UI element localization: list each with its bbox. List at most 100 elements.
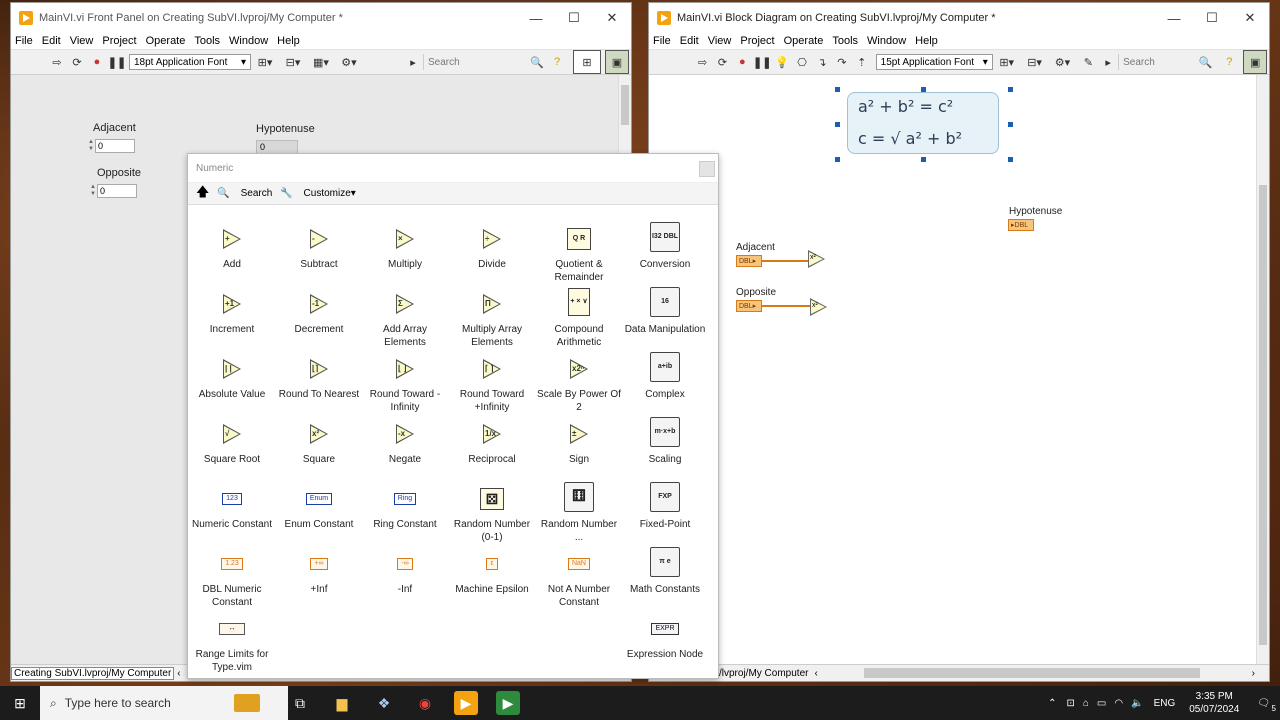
menu-tools[interactable]: Tools [832,35,865,47]
close-icon[interactable]: ✕ [593,3,631,33]
horizontal-scrollbar-thumb[interactable] [863,668,1200,678]
clock[interactable]: 3:35 PM 05/07/2024 [1189,690,1239,716]
connector-pane-icon[interactable]: ⊞ [573,50,601,74]
palette-item-round-to-nearest[interactable]: ⌊⌉ Round To Nearest [276,356,362,402]
close-icon[interactable]: ✕ [1231,3,1269,33]
menu-edit[interactable]: Edit [680,35,706,47]
palette-item-pos-inf[interactable]: +∞ +Inf [276,551,362,597]
selection-handle[interactable] [1008,157,1013,162]
tray-app-icon[interactable]: ⊡ [1066,698,1074,709]
menu-window[interactable]: Window [867,35,913,47]
labview-project-taskbar-icon[interactable]: ▶ [496,691,520,715]
selection-handle[interactable] [835,87,840,92]
menu-help[interactable]: Help [277,35,307,47]
reorder-icon[interactable]: ⚙▾ [341,54,357,70]
menu-view[interactable]: View [708,35,739,47]
menu-operate[interactable]: Operate [784,35,831,47]
adjacent-terminal[interactable]: DBL ▸ [736,255,762,267]
step-into-icon[interactable]: ↴ [814,54,830,70]
step-over-icon[interactable]: ↷ [834,54,850,70]
palette-item-enum-constant[interactable]: Enum Enum Constant [276,486,362,532]
retain-wire-values-icon[interactable]: ⎔ [794,54,810,70]
opposite-wire[interactable] [762,305,810,307]
wifi-icon[interactable]: ◠ [1114,698,1123,709]
file-explorer-icon[interactable]: ▆ [330,691,354,715]
minimize-icon[interactable]: — [1155,3,1193,33]
palette-item-neg-inf[interactable]: -∞ -Inf [362,551,448,597]
palette-item-numeric-constant[interactable]: 123 Numeric Constant [189,486,275,532]
task-view-icon[interactable]: ⧉ [288,691,312,715]
toolbar-overflow-icon[interactable]: ▸ [405,54,421,70]
palette-item-conversion[interactable]: I32 DBL Conversion [622,222,708,272]
hypotenuse-terminal[interactable]: ▸ DBL [1008,219,1034,231]
battery-icon[interactable]: ▭ [1097,698,1106,709]
volume-icon[interactable]: 🔈 [1131,698,1143,709]
scroll-right-icon[interactable]: › [1252,668,1255,679]
menu-window[interactable]: Window [229,35,275,47]
pause-icon[interactable]: ❚❚ [753,54,771,70]
palette-item-compound-arithmetic[interactable]: + × ∨ Compound Arithmetic [536,287,622,349]
selection-handle[interactable] [1008,122,1013,127]
scroll-left-icon[interactable]: ‹ [177,668,180,679]
palette-item-sign[interactable]: ± Sign [536,421,622,467]
palette-item-range-limits[interactable]: ↔ Range Limits for Type.vim [189,616,275,674]
palette-item-scaling[interactable]: m·x+b Scaling [622,417,708,467]
opposite-numeric-control[interactable]: 0 [97,184,137,198]
maximize-icon[interactable]: ☐ [555,3,593,33]
palette-customize-button[interactable]: 🔧 Customize▾ [280,188,356,199]
palette-item-data-manipulation[interactable]: 16 Data Manipulation [622,287,708,337]
palette-item-expression-node[interactable]: EXPR Expression Node [622,616,708,662]
block-diagram-titlebar[interactable]: MainVI.vi Block Diagram on Creating SubV… [649,3,1269,33]
align-objects-icon[interactable]: ⊞▾ [999,54,1015,70]
vi-icon[interactable]: ▣ [605,50,629,74]
adjacent-numeric-control[interactable]: 0 [95,139,135,153]
palette-item-random-number[interactable]: ⚄ Random Number (0-1) [449,486,535,544]
maximize-icon[interactable]: ☐ [1193,3,1231,33]
menu-edit[interactable]: Edit [42,35,68,47]
opposite-spinner[interactable]: ▲ ▼ [89,184,97,198]
menu-help[interactable]: Help [915,35,945,47]
abort-icon[interactable]: ● [89,54,105,70]
selection-handle[interactable] [921,87,926,92]
font-selector[interactable]: 18pt Application Font ▾ [129,54,251,70]
tray-overflow-icon[interactable]: ⌃ [1048,698,1056,709]
run-arrow-icon[interactable]: ⇨ [695,54,711,70]
palette-item-machine-epsilon[interactable]: ε Machine Epsilon [449,551,535,597]
palette-item-reciprocal[interactable]: 1/x Reciprocal [449,421,535,467]
palette-item-complex[interactable]: a+ib Complex [622,352,708,402]
palette-item-math-constants[interactable]: π e Math Constants [622,547,708,597]
search-icon[interactable]: 🔍 [529,54,545,70]
app-icon[interactable]: ❖ [372,691,396,715]
run-continuously-icon[interactable]: ⟳ [69,54,85,70]
distribute-objects-icon[interactable]: ⊟▾ [1027,54,1043,70]
palette-item-square-root[interactable]: √ Square Root [189,421,275,467]
labview-taskbar-icon[interactable]: ▶ [454,691,478,715]
palette-item-increment[interactable]: +1 Increment [189,291,275,337]
align-objects-icon[interactable]: ⊞▾ [257,54,273,70]
palette-header[interactable]: Numeric [188,154,718,183]
search-highlight-icon[interactable] [234,694,260,712]
step-out-icon[interactable]: ⇡ [854,54,870,70]
run-continuously-icon[interactable]: ⟳ [715,54,731,70]
minimize-icon[interactable]: — [517,3,555,33]
palette-item-scale-by-power-of-2[interactable]: x2ⁿ Scale By Power Of 2 [536,356,622,414]
palette-search-button[interactable]: 🔍 Search [217,188,272,199]
front-panel-titlebar[interactable]: MainVI.vi Front Panel on Creating SubVI.… [11,3,631,33]
language-indicator[interactable]: ENG [1154,698,1176,709]
front-panel-search-input[interactable]: Search [423,54,527,70]
taskbar-search-input[interactable]: ⌕ Type here to search [40,686,288,720]
palette-item-add-array-elements[interactable]: Σ Add Array Elements [362,291,448,349]
menu-operate[interactable]: Operate [146,35,193,47]
adjacent-spinner[interactable]: ▲ ▼ [87,139,95,153]
vi-icon[interactable]: ▣ [1243,50,1268,74]
block-diagram-vertical-scrollbar[interactable] [1256,75,1269,665]
palette-item-decrement[interactable]: -1 Decrement [276,291,362,337]
square-node-adjacent[interactable]: x² [808,250,826,268]
selection-handle[interactable] [921,157,926,162]
highlight-execution-icon[interactable]: 💡 [774,54,790,70]
resize-objects-icon[interactable]: ▦▾ [313,54,329,70]
adjacent-wire[interactable] [762,260,808,262]
palette-item-multiply[interactable]: × Multiply [362,226,448,272]
palette-item-add[interactable]: + Add [189,226,275,272]
up-arrow-icon[interactable]: 🡅 [196,183,209,205]
